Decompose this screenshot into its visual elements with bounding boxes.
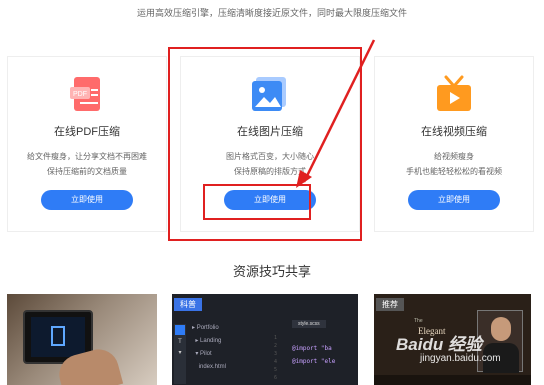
tree-item: ▸ Portfolio xyxy=(192,325,219,331)
tree-item: index.html xyxy=(198,364,227,370)
tv-icon xyxy=(437,75,471,111)
card-desc-line: 给文件瘦身，让分享文档不再困难 xyxy=(27,152,147,161)
pdf-compress-card[interactable]: PDF 在线PDF压缩 给文件瘦身，让分享文档不再困难 保持压缩前的文档质量 立… xyxy=(7,56,167,232)
ide-file-tree: ▸ Portfolio ▸ Landing ▾ Pilot index.html xyxy=(192,322,226,374)
card-description: 给文件瘦身，让分享文档不再困难 保持压缩前的文档质量 xyxy=(16,149,158,179)
section-title: 资源技巧共享 xyxy=(232,264,311,279)
watermark-logo: Baidu 经验 xyxy=(396,335,482,354)
svg-text:PDF: PDF xyxy=(73,91,87,98)
category-badge: 推荐 xyxy=(376,298,404,311)
ide-down-tool-icon: ▾ xyxy=(178,350,182,356)
watermark-url: jingyan.baidu.com xyxy=(420,353,501,364)
annotation-highlight-button xyxy=(203,184,311,220)
card-desc-line: 给视频瘦身 xyxy=(434,152,474,161)
editor-tab: style.scss xyxy=(292,320,326,328)
tree-item: ▸ Landing xyxy=(192,338,222,344)
ide-tool-icon xyxy=(175,325,185,335)
category-badge: 科普 xyxy=(174,298,202,311)
ide-sidebar: T ▾ xyxy=(174,324,186,384)
tagline: 运用高效压缩引擎，压缩清晰度接近原文件，同时最大限度压缩文件 xyxy=(136,8,407,18)
card-title: 在线视频压缩 xyxy=(421,126,487,138)
resource-thumbnail[interactable]: 科普 T ▾ ▸ Portfolio ▸ Landing ▾ Pilot ind… xyxy=(172,294,358,385)
card-desc-line: 保持压缩前的文档质量 xyxy=(47,167,127,176)
card-desc-line: 手机也能轻轻松松的看视频 xyxy=(406,167,502,176)
caption-bar xyxy=(374,375,531,385)
pdf-icon: PDF xyxy=(70,77,100,111)
document-icon xyxy=(51,326,65,346)
person-head xyxy=(491,317,511,341)
use-now-button[interactable]: 立即使用 xyxy=(408,190,500,210)
slide-subtitle: The xyxy=(414,318,423,324)
laptop-screen xyxy=(31,317,85,357)
video-compress-card[interactable]: 在线视频压缩 给视频瘦身 手机也能轻轻松松的看视频 立即使用 xyxy=(374,56,534,232)
use-now-button[interactable]: 立即使用 xyxy=(41,190,133,210)
tree-item: ▾ Pilot xyxy=(192,351,212,357)
resource-thumbnail[interactable] xyxy=(7,294,157,385)
card-description: 给视频瘦身 手机也能轻轻松松的看视频 xyxy=(383,149,525,179)
ide-text-tool-icon: T xyxy=(178,339,182,345)
line-numbers: 123456 xyxy=(274,335,278,381)
code-block: @import "ba @import "ele xyxy=(292,345,336,365)
card-title: 在线PDF压缩 xyxy=(54,126,120,138)
